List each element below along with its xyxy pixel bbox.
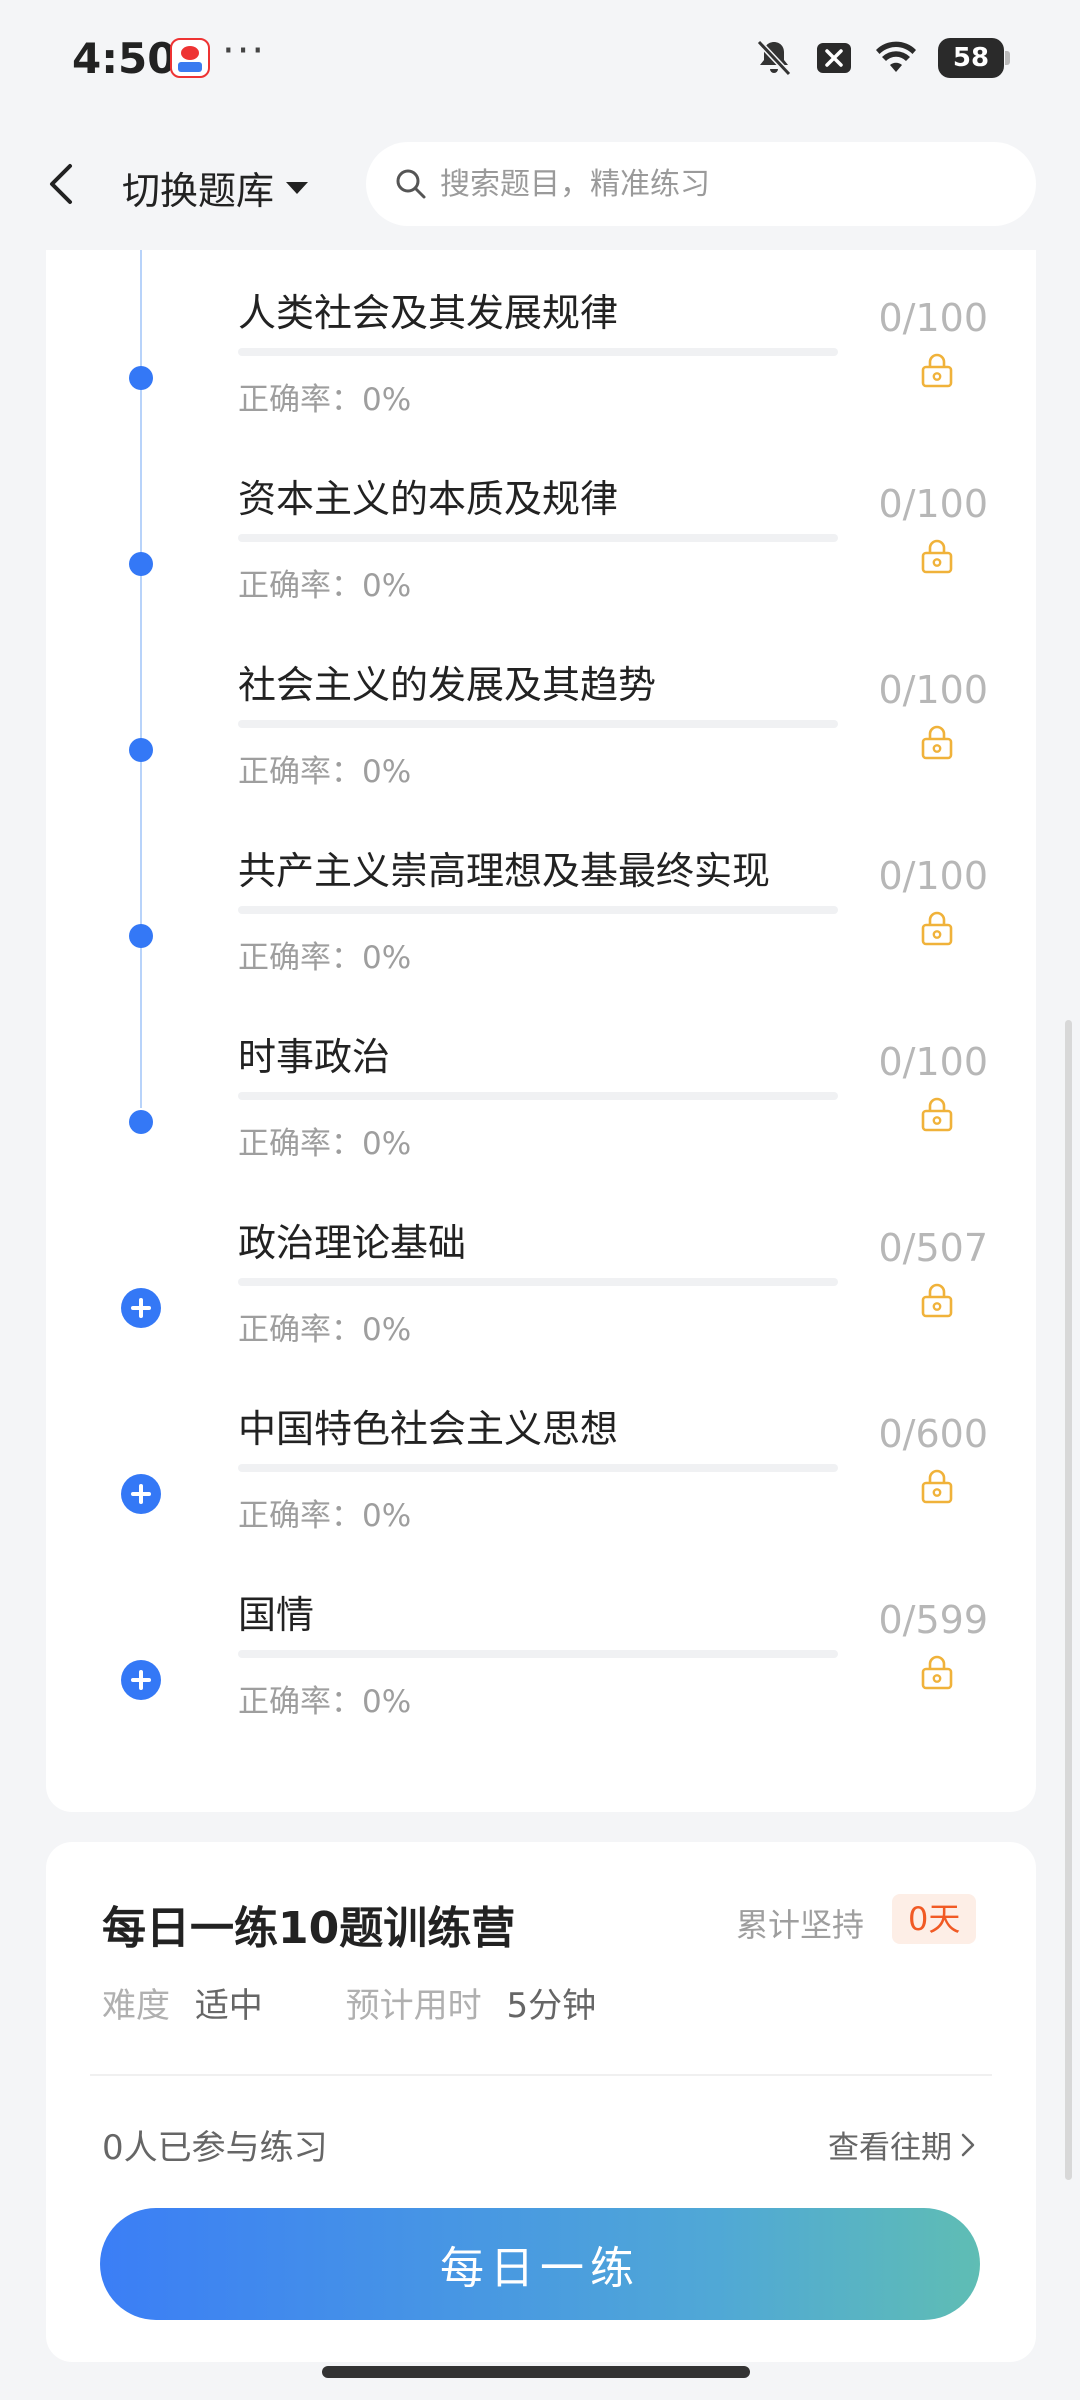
chapter-question-count: 0/100 bbox=[878, 1040, 988, 1084]
close-box-icon bbox=[817, 43, 851, 73]
chapter-accuracy: 正确率：0% bbox=[238, 754, 412, 790]
search-input[interactable] bbox=[440, 166, 1000, 202]
lock-icon[interactable] bbox=[920, 1654, 954, 1690]
chapter-question-count: 0/507 bbox=[878, 1226, 988, 1270]
lock-icon[interactable] bbox=[920, 1468, 954, 1504]
switch-question-bank-button[interactable]: 切换题库 bbox=[122, 160, 310, 215]
chapter-progress-bar bbox=[238, 1278, 838, 1286]
difficulty-value: 适中 bbox=[194, 1986, 263, 2026]
status-time: 4:50 bbox=[72, 34, 177, 83]
bell-muted-icon bbox=[756, 39, 792, 77]
chapter-progress-bar bbox=[238, 1092, 838, 1100]
timeline-dot-icon bbox=[129, 366, 153, 390]
status-icons: 58 bbox=[754, 36, 1010, 80]
chapter-progress-bar bbox=[238, 1464, 838, 1472]
lock-icon[interactable] bbox=[920, 910, 954, 946]
lock-icon[interactable] bbox=[920, 352, 954, 388]
top-nav: 切换题库 bbox=[0, 118, 1080, 250]
search-bar[interactable] bbox=[366, 142, 1036, 226]
battery-indicator: 58 bbox=[938, 38, 1010, 78]
chapter-row[interactable]: 时事政治正确率：0% 0/100 bbox=[0, 1026, 1080, 1216]
chapter-question-count: 0/100 bbox=[878, 296, 988, 340]
time-value: 5分钟 bbox=[506, 1986, 597, 2026]
timeline-dot-icon bbox=[129, 738, 153, 762]
lock-icon[interactable] bbox=[920, 1096, 954, 1132]
chapter-progress-bar bbox=[238, 534, 838, 542]
divider bbox=[90, 2074, 992, 2076]
chapter-question-count: 0/100 bbox=[878, 482, 988, 526]
chapter-question-count: 0/100 bbox=[878, 854, 988, 898]
back-arrow-icon[interactable] bbox=[40, 158, 90, 210]
chapter-title: 时事政治 bbox=[238, 1035, 391, 1079]
expand-plus-icon[interactable] bbox=[121, 1474, 161, 1514]
app-notification-icon bbox=[170, 38, 210, 78]
chapter-accuracy: 正确率：0% bbox=[238, 568, 412, 604]
chapter-progress-bar bbox=[238, 348, 838, 356]
chapter-accuracy: 正确率：0% bbox=[238, 1498, 412, 1534]
switch-question-bank-label: 切换题库 bbox=[122, 169, 275, 213]
chapter-progress-bar bbox=[238, 906, 838, 914]
expand-plus-icon[interactable] bbox=[121, 1288, 161, 1328]
timeline-dot-icon bbox=[129, 924, 153, 948]
chapter-row[interactable]: 政治理论基础正确率：0% 0/507 bbox=[0, 1212, 1080, 1402]
chapter-title: 政治理论基础 bbox=[238, 1221, 467, 1265]
chapter-title: 共产主义崇高理想及基最终实现 bbox=[238, 849, 771, 893]
chapter-accuracy: 正确率：0% bbox=[238, 382, 412, 418]
home-indicator[interactable] bbox=[322, 2366, 750, 2378]
chapter-row[interactable]: 人类社会及其发展规律正确率：0% 0/100 bbox=[0, 282, 1080, 472]
chevron-right-icon bbox=[961, 2133, 975, 2156]
participants-count: 0人已参与练习 bbox=[102, 2128, 328, 2168]
chapter-accuracy: 正确率：0% bbox=[238, 1684, 412, 1720]
training-camp-title: 每日一练10题训练营 bbox=[102, 1903, 516, 1954]
chapter-title: 人类社会及其发展规律 bbox=[238, 291, 619, 335]
chapter-accuracy: 正确率：0% bbox=[238, 1126, 412, 1162]
difficulty-label: 难度 bbox=[102, 1986, 170, 2026]
wifi-icon bbox=[876, 41, 916, 72]
chapter-title: 中国特色社会主义思想 bbox=[238, 1407, 619, 1451]
lock-icon[interactable] bbox=[920, 724, 954, 760]
view-history-label: 查看往期 bbox=[828, 2130, 952, 2166]
chapter-question-count: 0/599 bbox=[878, 1598, 988, 1642]
chapter-row[interactable]: 资本主义的本质及规律正确率：0% 0/100 bbox=[0, 468, 1080, 658]
chapter-row[interactable]: 社会主义的发展及其趋势正确率：0% 0/100 bbox=[0, 654, 1080, 844]
daily-practice-button[interactable]: 每日一练 bbox=[100, 2208, 980, 2320]
chapter-row[interactable]: 中国特色社会主义思想正确率：0% 0/600 bbox=[0, 1398, 1080, 1588]
chapter-progress-bar bbox=[238, 1650, 838, 1658]
chapter-title: 社会主义的发展及其趋势 bbox=[238, 663, 657, 707]
chapter-row[interactable]: 国情正确率：0% 0/599 bbox=[0, 1584, 1080, 1774]
chapter-progress-bar bbox=[238, 720, 838, 728]
camp-meta: 难度 适中 预计用时 5分钟 bbox=[102, 1978, 596, 2027]
chapter-question-count: 0/600 bbox=[878, 1412, 988, 1456]
more-notifications-icon: ··· bbox=[222, 28, 267, 74]
streak-badge: 0天 bbox=[892, 1894, 977, 1944]
lock-icon[interactable] bbox=[920, 538, 954, 574]
timeline-dot-icon bbox=[129, 552, 153, 576]
chapter-accuracy: 正确率：0% bbox=[238, 1312, 412, 1348]
training-camp-card: 每日一练10题训练营 累计坚持 0天 难度 适中 预计用时 5分钟 0人已参与练… bbox=[46, 1842, 1036, 2362]
chapter-title: 资本主义的本质及规律 bbox=[238, 477, 619, 521]
chapter-accuracy: 正确率：0% bbox=[238, 940, 412, 976]
chapter-question-count: 0/100 bbox=[878, 668, 988, 712]
streak-label: 累计坚持 bbox=[736, 1906, 865, 1944]
timeline-dot-icon bbox=[129, 1110, 153, 1134]
search-icon bbox=[396, 169, 426, 199]
chapter-row[interactable]: 共产主义崇高理想及基最终实现正确率：0% 0/100 bbox=[0, 840, 1080, 1030]
expand-plus-icon[interactable] bbox=[121, 1660, 161, 1700]
caret-down-icon bbox=[286, 181, 309, 194]
scrollbar[interactable] bbox=[1065, 1020, 1072, 2180]
time-label: 预计用时 bbox=[345, 1986, 482, 2026]
view-history-link[interactable]: 查看往期 bbox=[828, 2122, 976, 2167]
status-bar: 4:50 ··· 58 bbox=[0, 0, 1080, 118]
lock-icon[interactable] bbox=[920, 1282, 954, 1318]
chapter-title: 国情 bbox=[238, 1593, 315, 1637]
